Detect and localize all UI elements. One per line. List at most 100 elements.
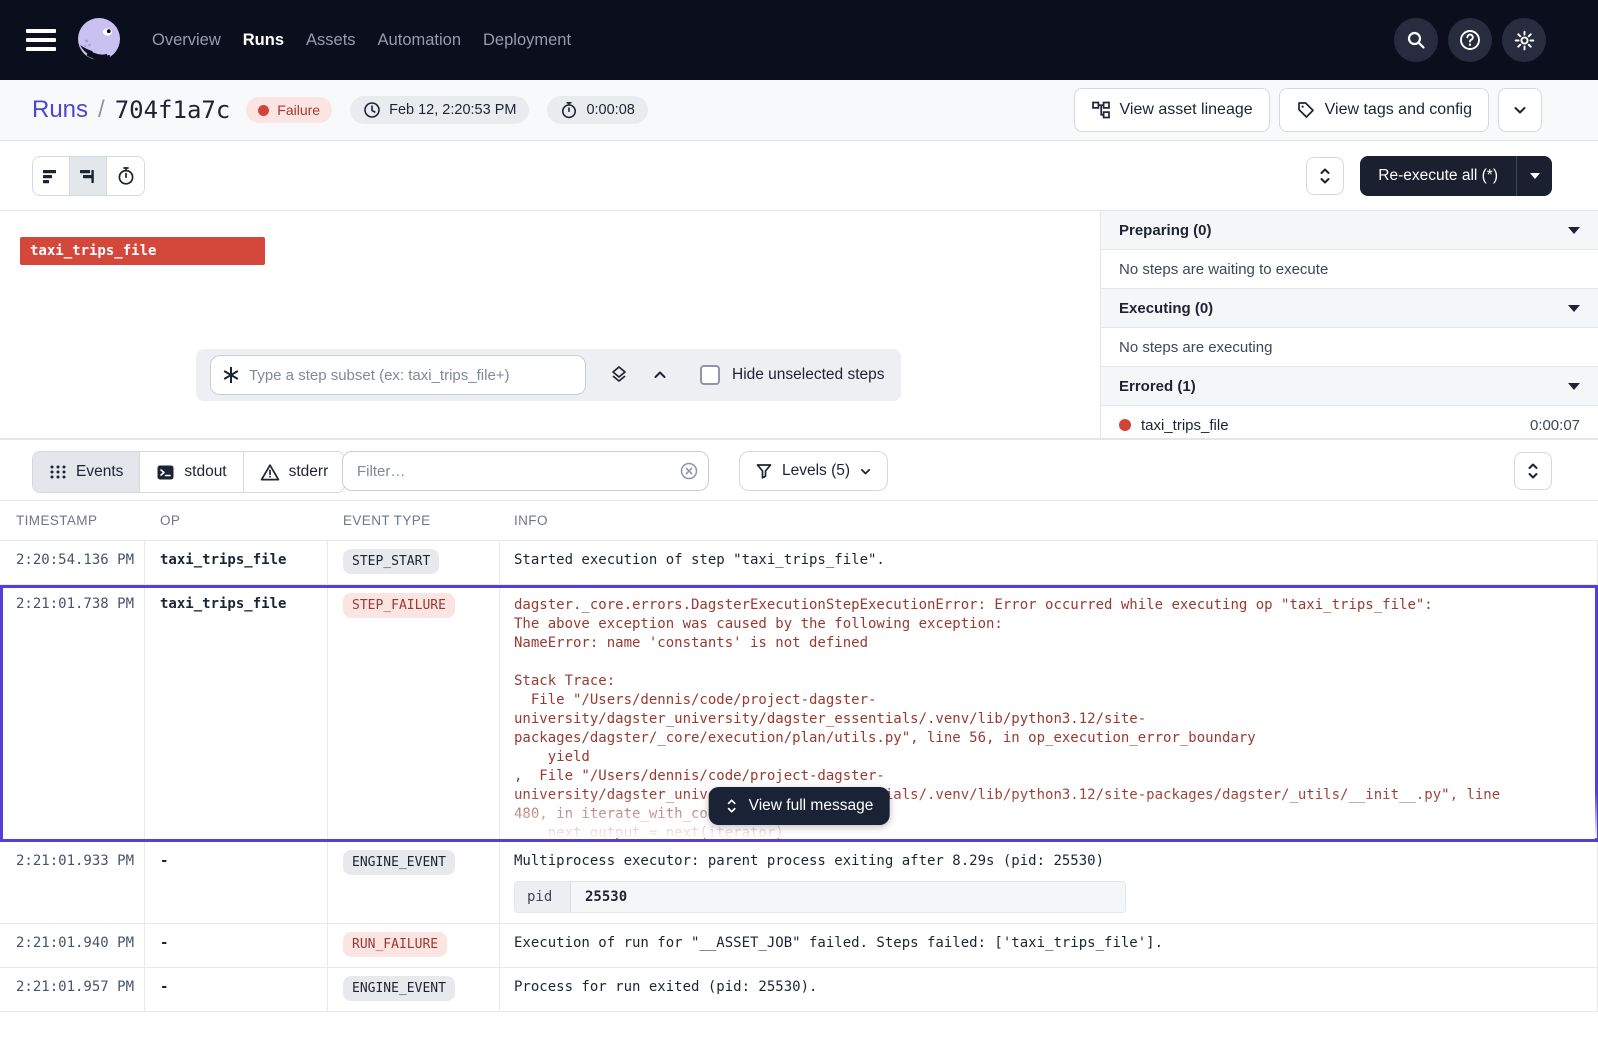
- panel-executing-empty: No steps are executing: [1101, 328, 1598, 367]
- funnel-icon: [755, 462, 773, 480]
- reexecute-options-button[interactable]: [1516, 156, 1552, 196]
- header-more-actions-button[interactable]: [1498, 88, 1542, 132]
- gantt-step-bar[interactable]: taxi_trips_file: [20, 237, 265, 265]
- step-duration: 0:00:07: [1530, 417, 1580, 434]
- event-op: -: [145, 968, 328, 1011]
- search-icon: [1405, 29, 1427, 51]
- gantt-toolbar: Re-execute all (*): [0, 141, 1598, 211]
- failure-dot-icon: [258, 105, 269, 116]
- metadata-key: pid: [515, 882, 571, 912]
- search-button[interactable]: [1394, 18, 1438, 62]
- event-info: Execution of run for "__ASSET_JOB" faile…: [500, 924, 1598, 967]
- panel-section-preparing[interactable]: Preparing (0): [1101, 211, 1598, 250]
- gantt-expand-button[interactable]: [1306, 157, 1344, 195]
- duration-pill: 0:00:08: [547, 96, 647, 124]
- gantt-area: taxi_trips_file Hide unselected steps: [0, 211, 1598, 438]
- event-timestamp[interactable]: 2:20:54.136 PM: [0, 541, 145, 584]
- tab-events[interactable]: Events: [33, 452, 140, 492]
- caret-down-icon: [1530, 173, 1540, 179]
- error-stack-trace: dagster._core.errors.DagsterExecutionSte…: [500, 585, 1598, 841]
- breadcrumb-separator: /: [98, 96, 105, 124]
- panel-errored-step-row[interactable]: taxi_trips_file 0:00:07: [1101, 406, 1598, 438]
- chevron-down-icon: [1512, 102, 1528, 118]
- reexecute-split-button: Re-execute all (*): [1360, 156, 1552, 196]
- gantt-flat-icon: [41, 166, 61, 186]
- grid-icon: [49, 463, 67, 481]
- lineage-icon: [1091, 100, 1111, 120]
- events-table-header: TIMESTAMP OP EVENT TYPE INFO: [0, 500, 1598, 541]
- event-row-run-failure: 2:21:01.940 PM - RUN_FAILURE Execution o…: [0, 924, 1598, 968]
- help-icon: [1458, 28, 1482, 52]
- metadata-value: 25530: [571, 882, 1125, 912]
- step-filter-band: Hide unselected steps: [196, 349, 901, 401]
- event-type-badge: ENGINE_EVENT: [343, 976, 455, 1001]
- event-info: Started execution of step "taxi_trips_fi…: [500, 541, 1598, 584]
- expand-vertical-icon: [1317, 167, 1333, 185]
- events-expand-button[interactable]: [1514, 452, 1552, 490]
- breadcrumb-runs-link[interactable]: Runs: [32, 96, 88, 124]
- log-type-tabs: Events stdout stderr: [32, 451, 345, 493]
- stopwatch-icon: [560, 101, 578, 119]
- event-type-badge: RUN_FAILURE: [343, 932, 447, 957]
- event-timestamp[interactable]: 2:21:01.933 PM: [0, 842, 145, 923]
- view-full-message-button[interactable]: View full message: [709, 787, 890, 825]
- event-timestamp[interactable]: 2:21:01.957 PM: [0, 968, 145, 1011]
- step-subset-input[interactable]: [210, 355, 586, 395]
- event-op: -: [145, 924, 328, 967]
- nav-item-overview[interactable]: Overview: [152, 31, 221, 50]
- settings-button[interactable]: [1502, 18, 1546, 62]
- panel-section-errored[interactable]: Errored (1): [1101, 367, 1598, 406]
- gantt-waterfall-icon: [78, 166, 98, 186]
- tab-stderr[interactable]: stderr: [244, 452, 345, 492]
- event-type-badge: ENGINE_EVENT: [343, 850, 455, 875]
- nav-item-assets[interactable]: Assets: [306, 31, 356, 50]
- start-time-pill: Feb 12, 2:20:53 PM: [350, 96, 529, 124]
- event-metadata-table: pid 25530: [514, 881, 1126, 913]
- hide-unselected-label: Hide unselected steps: [732, 366, 885, 384]
- caret-down-icon: [1568, 383, 1580, 390]
- event-info: Multiprocess executor: parent process ex…: [500, 842, 1598, 923]
- event-row-step-failure: 2:21:01.738 PM taxi_trips_file STEP_FAIL…: [0, 585, 1598, 842]
- layers-icon[interactable]: [608, 364, 630, 386]
- chevron-down-icon: [859, 465, 872, 478]
- terminal-icon: [156, 463, 175, 482]
- events-table: TIMESTAMP OP EVENT TYPE INFO 2:20:54.136…: [0, 500, 1598, 1056]
- clear-filter-icon[interactable]: [679, 461, 699, 481]
- gantt-timing-view-button[interactable]: [107, 157, 144, 195]
- event-op: taxi_trips_file: [145, 541, 328, 584]
- top-navbar: Overview Runs Assets Automation Deployme…: [0, 0, 1598, 80]
- gear-icon: [1513, 29, 1536, 52]
- reexecute-all-button[interactable]: Re-execute all (*): [1360, 156, 1516, 196]
- gantt-view-toggle: [32, 156, 145, 196]
- event-row-engine-event: 2:21:01.957 PM - ENGINE_EVENT Process fo…: [0, 968, 1598, 1012]
- tab-stdout[interactable]: stdout: [140, 452, 243, 492]
- run-header: Runs / 704f1a7c Failure Feb 12, 2:20:53 …: [0, 80, 1598, 141]
- nav-item-automation[interactable]: Automation: [378, 31, 461, 50]
- nav-item-runs[interactable]: Runs: [243, 31, 284, 50]
- gantt-waterfall-view-button[interactable]: [70, 157, 107, 195]
- view-asset-lineage-button[interactable]: View asset lineage: [1074, 88, 1270, 132]
- nav-links: Overview Runs Assets Automation Deployme…: [152, 31, 571, 50]
- gantt-flat-view-button[interactable]: [33, 157, 70, 195]
- event-timestamp[interactable]: 2:21:01.738 PM: [0, 585, 145, 841]
- dagster-logo[interactable]: [74, 15, 124, 65]
- column-header-op: OP: [145, 513, 328, 528]
- nav-item-deployment[interactable]: Deployment: [483, 31, 571, 50]
- event-timestamp[interactable]: 2:21:01.940 PM: [0, 924, 145, 967]
- help-button[interactable]: [1448, 18, 1492, 62]
- expand-vertical-icon: [1525, 462, 1541, 480]
- chevron-up-icon[interactable]: [652, 367, 668, 383]
- log-filter-input[interactable]: [342, 451, 709, 491]
- event-op: taxi_trips_file: [145, 585, 328, 841]
- hide-unselected-checkbox[interactable]: [700, 365, 720, 385]
- event-row-engine-event: 2:21:01.933 PM - ENGINE_EVENT Multiproce…: [0, 842, 1598, 924]
- column-header-event-type: EVENT TYPE: [328, 513, 500, 528]
- event-op: -: [145, 842, 328, 923]
- events-toolbar: Events stdout stderr: [0, 438, 1598, 500]
- panel-section-executing[interactable]: Executing (0): [1101, 289, 1598, 328]
- event-row-step-start: 2:20:54.136 PM taxi_trips_file STEP_STAR…: [0, 541, 1598, 585]
- warning-triangle-icon: [260, 463, 280, 482]
- levels-filter-button[interactable]: Levels (5): [739, 451, 888, 491]
- hamburger-menu-icon[interactable]: [26, 29, 56, 51]
- view-tags-config-button[interactable]: View tags and config: [1279, 88, 1489, 132]
